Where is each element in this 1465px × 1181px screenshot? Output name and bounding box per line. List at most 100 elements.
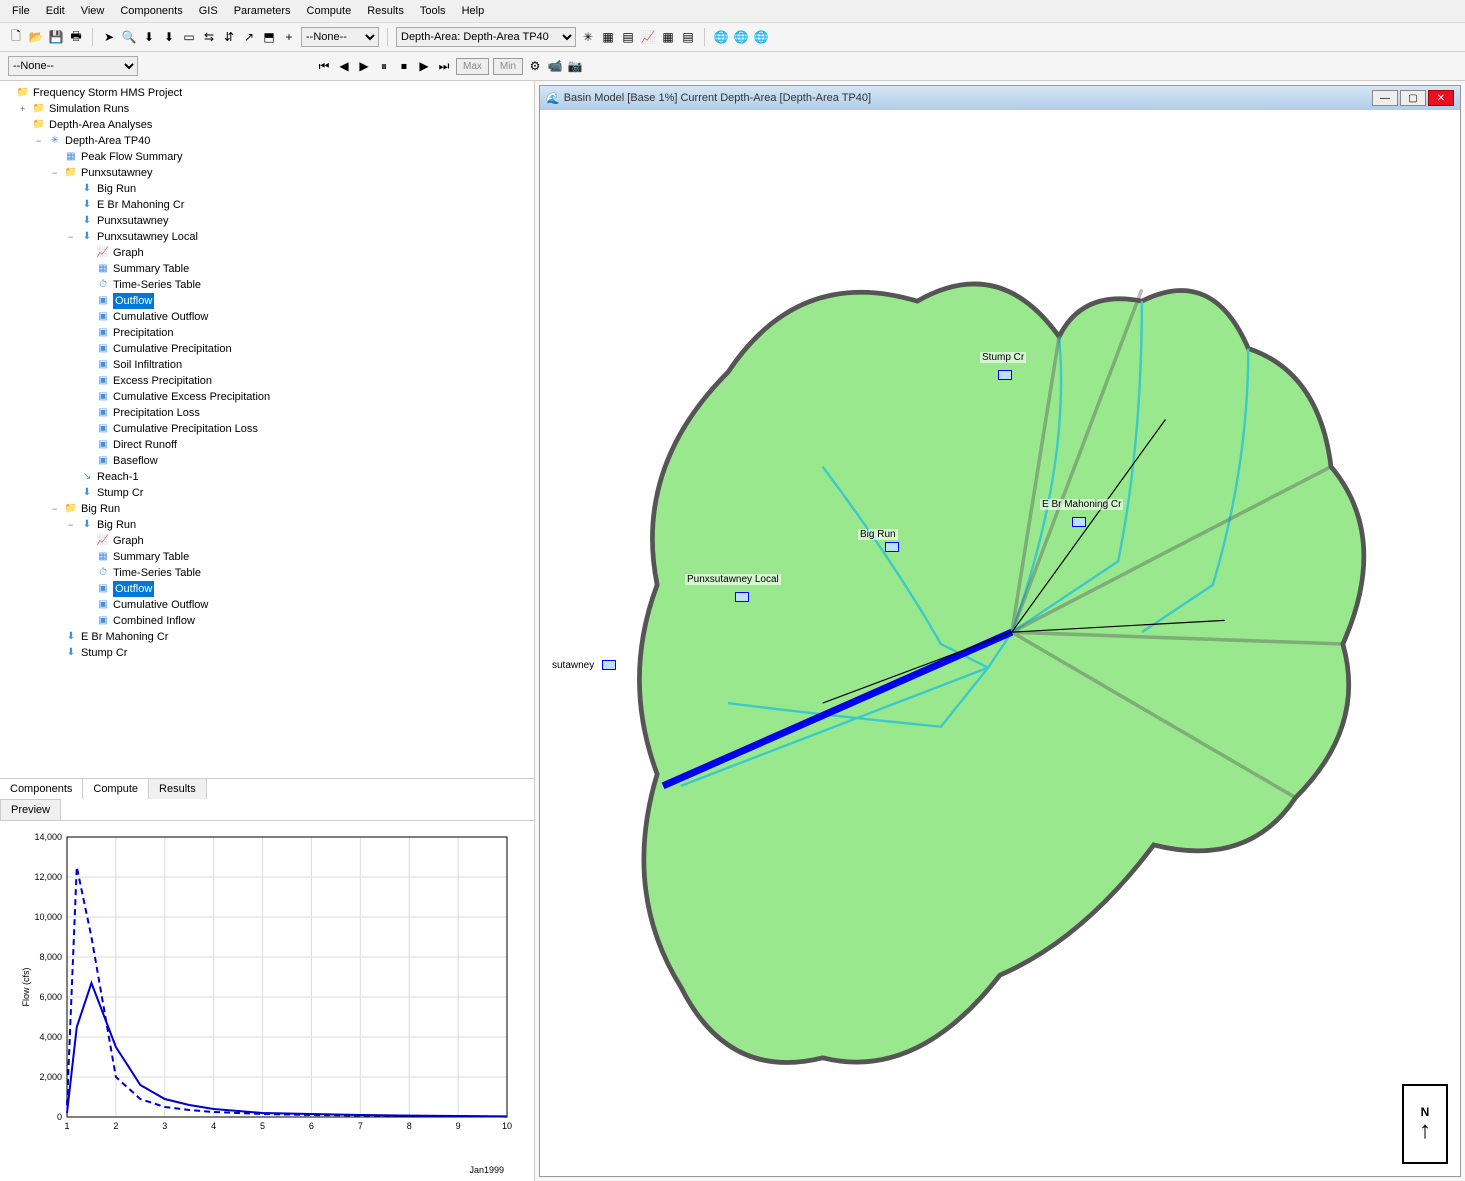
stop-icon[interactable]: ⏹: [396, 58, 412, 74]
result-icon[interactable]: ▤: [680, 29, 696, 45]
tree-item[interactable]: −📁Punxsutawney: [4, 165, 530, 181]
zoom-icon[interactable]: 🔍: [121, 29, 137, 45]
menu-edit[interactable]: Edit: [38, 2, 73, 20]
tool-icon[interactable]: ⬒: [261, 29, 277, 45]
print-icon[interactable]: 🖶: [68, 29, 84, 45]
maximize-button[interactable]: ▢: [1400, 90, 1426, 106]
map-canvas[interactable]: Stump Cr E Br Mahoning Cr Big Run Punxsu…: [540, 112, 1460, 1176]
tree-item[interactable]: ▦Peak Flow Summary: [4, 149, 530, 165]
play-icon[interactable]: ▶: [356, 58, 372, 74]
tree-item[interactable]: ▣Excess Precipitation: [4, 373, 530, 389]
tool-icon[interactable]: ⇆: [201, 29, 217, 45]
tree-item[interactable]: −⬇Punxsutawney Local: [4, 229, 530, 245]
combo-none2[interactable]: --None--: [8, 56, 138, 76]
tool-icon[interactable]: ↗: [241, 29, 257, 45]
tree-item[interactable]: ▣Direct Runoff: [4, 437, 530, 453]
tab-results[interactable]: Results: [149, 779, 207, 799]
tree-item[interactable]: ▣Cumulative Excess Precipitation: [4, 389, 530, 405]
tree-item[interactable]: ⏱Time-Series Table: [4, 565, 530, 581]
menu-parameters[interactable]: Parameters: [226, 2, 299, 20]
result-icon[interactable]: ▤: [620, 29, 636, 45]
menu-tools[interactable]: Tools: [412, 2, 454, 20]
pan-icon[interactable]: ⬇: [141, 29, 157, 45]
compute-icon[interactable]: ✳: [580, 29, 596, 45]
tree-item[interactable]: ⬇Punxsutawney: [4, 213, 530, 229]
project-tree[interactable]: 📁Frequency Storm HMS Project+📁Simulation…: [0, 81, 534, 778]
pointer-icon[interactable]: ➤: [101, 29, 117, 45]
tree-item[interactable]: ⬇Big Run: [4, 181, 530, 197]
node-ebr[interactable]: [1072, 517, 1086, 527]
tree-item[interactable]: ▦Summary Table: [4, 261, 530, 277]
tree-item[interactable]: ▣Baseflow: [4, 453, 530, 469]
expand-toggle[interactable]: −: [68, 229, 80, 245]
menu-file[interactable]: File: [4, 2, 38, 20]
preview-tab[interactable]: Preview: [0, 799, 61, 820]
tree-item[interactable]: −✳Depth-Area TP40: [4, 133, 530, 149]
tree-item[interactable]: ⬇E Br Mahoning Cr: [4, 629, 530, 645]
result-icon[interactable]: ▦: [600, 29, 616, 45]
globe-icon[interactable]: 🌐: [753, 29, 769, 45]
tree-item[interactable]: ▣Outflow: [4, 293, 530, 309]
combo-deptharea[interactable]: Depth-Area: Depth-Area TP40: [396, 27, 576, 47]
add-icon[interactable]: +: [281, 29, 297, 45]
result-icon[interactable]: ▦: [660, 29, 676, 45]
first-icon[interactable]: ⏮: [316, 58, 332, 74]
tree-item[interactable]: ⬇Stump Cr: [4, 645, 530, 661]
result-icon[interactable]: 📈: [640, 29, 656, 45]
tool-icon[interactable]: ▭: [181, 29, 197, 45]
menu-help[interactable]: Help: [454, 2, 493, 20]
pause-icon[interactable]: ⏸: [376, 58, 392, 74]
prev-icon[interactable]: ◀: [336, 58, 352, 74]
tab-components[interactable]: Components: [0, 779, 83, 799]
tree-item[interactable]: ⬇E Br Mahoning Cr: [4, 197, 530, 213]
globe-icon[interactable]: 🌐: [733, 29, 749, 45]
tree-item[interactable]: ▣Cumulative Outflow: [4, 309, 530, 325]
minimize-button[interactable]: —: [1372, 90, 1398, 106]
camera-icon[interactable]: 📹: [547, 58, 563, 74]
tree-item[interactable]: 📈Graph: [4, 245, 530, 261]
tree-item[interactable]: +📁Simulation Runs: [4, 101, 530, 117]
tree-item[interactable]: ↘Reach-1: [4, 469, 530, 485]
expand-toggle[interactable]: +: [20, 101, 32, 117]
snapshot-icon[interactable]: 📷: [567, 58, 583, 74]
tree-item[interactable]: ▣Soil Infiltration: [4, 357, 530, 373]
tree-item[interactable]: ▣Precipitation Loss: [4, 405, 530, 421]
tree-item[interactable]: 📈Graph: [4, 533, 530, 549]
menu-compute[interactable]: Compute: [299, 2, 360, 20]
node-punxlocal[interactable]: [735, 592, 749, 602]
tree-item[interactable]: ⏱Time-Series Table: [4, 277, 530, 293]
expand-toggle[interactable]: −: [36, 133, 48, 149]
node-punx[interactable]: [602, 660, 616, 670]
gear-icon[interactable]: ⚙: [527, 58, 543, 74]
tool-icon[interactable]: ⬇: [161, 29, 177, 45]
tree-item[interactable]: ▣Cumulative Outflow: [4, 597, 530, 613]
tree-item[interactable]: ▣Cumulative Precipitation Loss: [4, 421, 530, 437]
tool-icon[interactable]: ⇵: [221, 29, 237, 45]
node-bigrun[interactable]: [885, 542, 899, 552]
expand-toggle[interactable]: −: [52, 501, 64, 517]
expand-toggle[interactable]: −: [52, 165, 64, 181]
next-icon[interactable]: ▶: [416, 58, 432, 74]
node-stump[interactable]: [998, 370, 1012, 380]
save-icon[interactable]: 💾: [48, 29, 64, 45]
combo-none[interactable]: --None--: [301, 27, 379, 47]
tree-item[interactable]: ⬇Stump Cr: [4, 485, 530, 501]
max-button[interactable]: Max: [456, 58, 489, 75]
min-button[interactable]: Min: [493, 58, 523, 75]
last-icon[interactable]: ⏭: [436, 58, 452, 74]
menu-components[interactable]: Components: [112, 2, 190, 20]
menu-gis[interactable]: GIS: [191, 2, 226, 20]
tree-item[interactable]: −⬇Big Run: [4, 517, 530, 533]
tab-compute[interactable]: Compute: [83, 779, 149, 799]
tree-item[interactable]: ▦Summary Table: [4, 549, 530, 565]
tree-item[interactable]: ▣Outflow: [4, 581, 530, 597]
tree-item[interactable]: 📁Frequency Storm HMS Project: [4, 85, 530, 101]
open-icon[interactable]: 📂: [28, 29, 44, 45]
new-icon[interactable]: 🗋: [8, 29, 24, 45]
menu-view[interactable]: View: [73, 2, 113, 20]
close-button[interactable]: ✕: [1428, 90, 1454, 106]
tree-item[interactable]: 📁Depth-Area Analyses: [4, 117, 530, 133]
expand-toggle[interactable]: −: [68, 517, 80, 533]
tree-item[interactable]: ▣Combined Inflow: [4, 613, 530, 629]
tree-item[interactable]: ▣Cumulative Precipitation: [4, 341, 530, 357]
